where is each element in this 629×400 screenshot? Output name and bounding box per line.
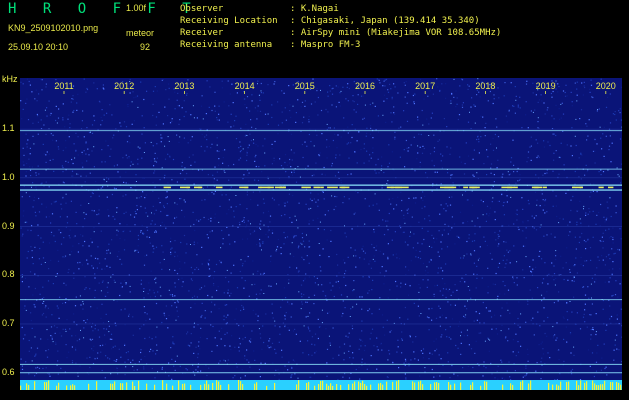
x-tick-label: 2018 — [475, 81, 495, 91]
carrier-highlight — [163, 186, 171, 189]
carrier-highlight — [542, 186, 547, 189]
info-row-antenna: Receiving antenna: Maspro FM-3 — [180, 40, 361, 50]
carrier-highlight — [313, 186, 319, 189]
x-tick-label: 2019 — [536, 81, 556, 91]
x-tick-label: 2013 — [174, 81, 194, 91]
carrier-highlight — [501, 186, 512, 189]
carrier-highlight — [598, 186, 604, 189]
carrier-highlight — [579, 186, 583, 189]
right-border — [622, 78, 629, 400]
file-name: KN9_2509102010.png — [8, 23, 99, 33]
x-tick-label: 2017 — [415, 81, 435, 91]
spectrogram-waterfall: 2011 2012 2013 2014 2015 2016 2017 2018 2019 2020 — [20, 78, 622, 390]
carrier-highlight — [301, 186, 311, 189]
y-tick-label: 0.7 — [2, 317, 15, 328]
info-row-receiver: Receiver: AirSpy mini (Miakejima VOR 108… — [180, 28, 502, 38]
y-tick-label: 0.8 — [2, 269, 15, 280]
carrier-highlight — [440, 186, 447, 189]
carrier-highlight — [534, 186, 539, 189]
y-tick-label: 1.1 — [2, 123, 15, 134]
meteor-marker-band — [20, 380, 622, 390]
y-tick-label: 0.9 — [2, 220, 15, 231]
x-tick-label: 2015 — [295, 81, 315, 91]
carrier-highlight — [180, 186, 190, 189]
y-axis: 1.1 1.0 0.9 0.8 0.7 0.6 — [0, 78, 20, 400]
carrier-highlight — [244, 186, 249, 189]
carrier-highlight — [339, 186, 346, 189]
carrier-highlight — [327, 186, 338, 189]
version-label: 1.00f — [126, 3, 147, 13]
app-logo: H R O F F T — [8, 1, 200, 17]
x-tick-label: 2020 — [596, 81, 616, 91]
carrier-highlight — [279, 186, 286, 189]
carrier-highlight — [260, 186, 271, 189]
carrier-highlight — [317, 186, 321, 189]
meteor-label: meteor — [126, 28, 155, 38]
x-tick-label: 2016 — [355, 81, 375, 91]
x-tick-label: 2014 — [235, 81, 255, 91]
carrier-highlight — [446, 186, 457, 189]
carrier-highlight — [463, 186, 469, 189]
y-tick-label: 1.0 — [2, 171, 15, 182]
header-panel: H R O F F T 1.00f KN9_2509102010.png 25.… — [0, 0, 629, 78]
carrier-highlight — [320, 186, 324, 189]
y-tick-label: 0.6 — [2, 366, 15, 377]
info-row-location: Receiving Location: Chigasaki, Japan (13… — [180, 16, 480, 26]
x-tick-label: 2011 — [54, 81, 73, 91]
carrier-highlight — [215, 186, 223, 189]
carrier-highlight — [198, 186, 202, 189]
x-tick-label: 2012 — [114, 81, 134, 91]
waterfall-background — [20, 78, 622, 390]
carrier-highlight — [469, 186, 475, 189]
carrier-highlight — [395, 186, 402, 189]
info-row-observer: Observer: K.Nagai — [180, 4, 339, 14]
carrier-highlight — [608, 186, 614, 189]
meteor-count: 92 — [140, 42, 151, 52]
datetime-label: 25.09.10 20:10 — [8, 42, 69, 52]
station-info: Observer: K.Nagai Receiving Location: Ch… — [180, 3, 501, 51]
